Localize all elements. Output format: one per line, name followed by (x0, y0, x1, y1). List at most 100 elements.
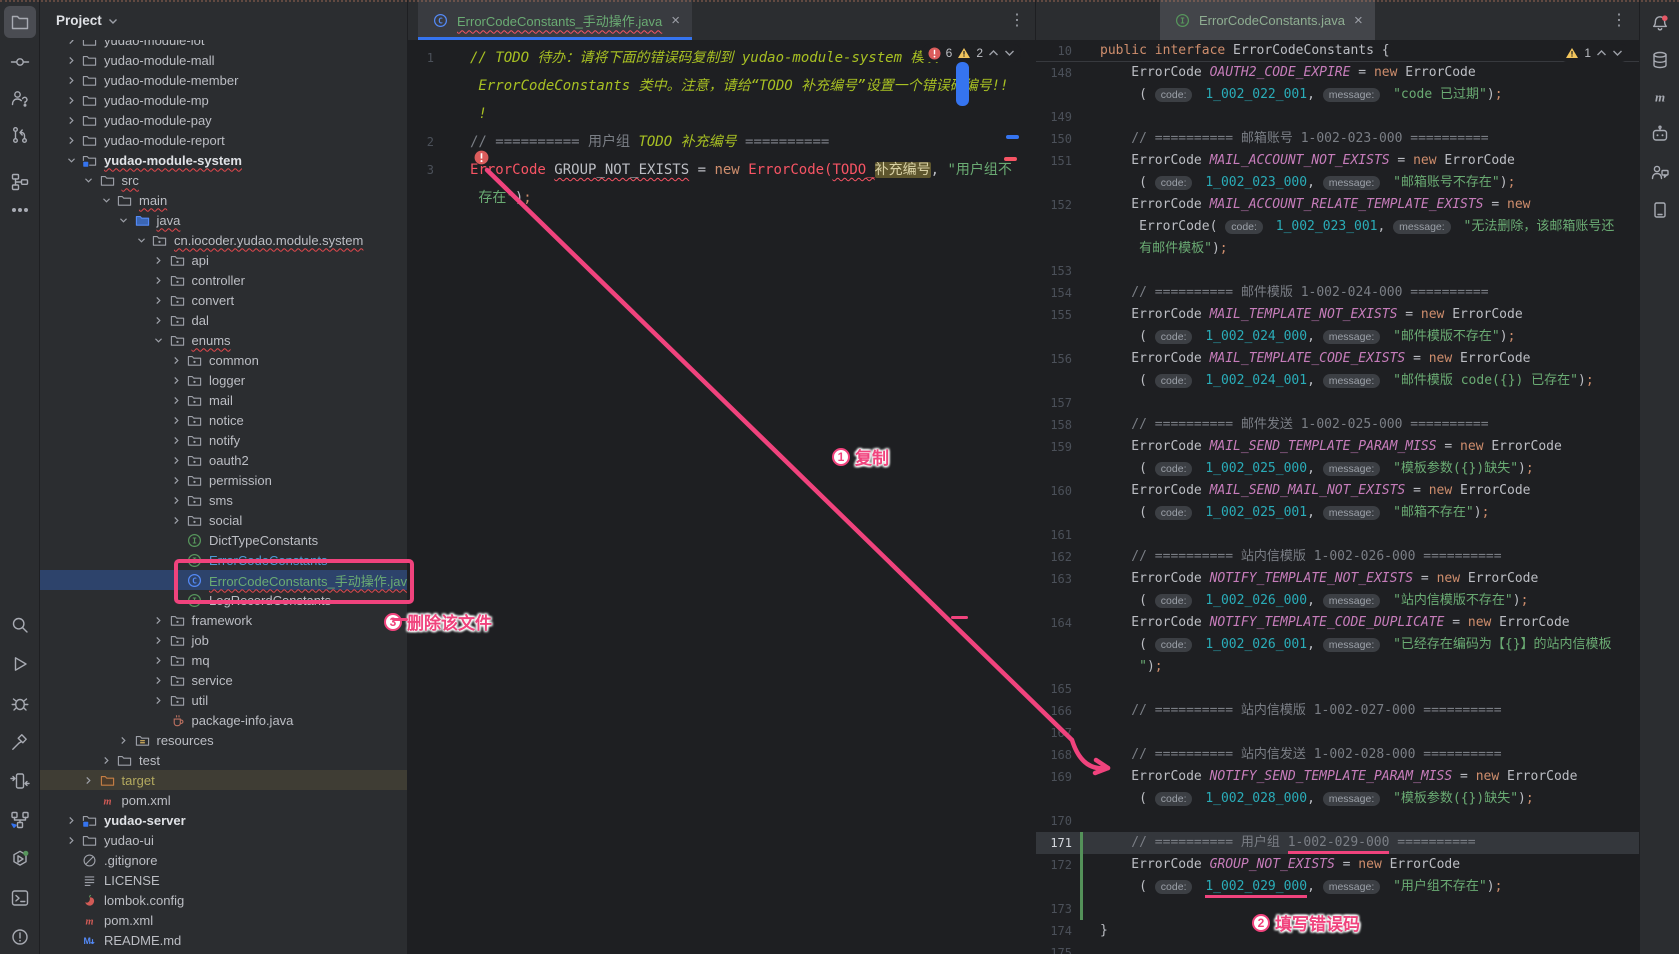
chevron-right-icon[interactable] (63, 52, 79, 68)
code-line[interactable]: 157 (1036, 392, 1639, 414)
code-line[interactable]: 160 ErrorCode MAIL_SEND_MAIL_NOT_EXISTS … (1036, 480, 1639, 502)
tree-item-main[interactable]: main (40, 190, 407, 210)
code-line[interactable]: ! (408, 100, 1035, 128)
tree-item-yudao-module-mall[interactable]: yudao-module-mall (40, 50, 407, 70)
tree-item-notice[interactable]: notice (40, 410, 407, 430)
chevron-right-icon[interactable] (151, 652, 167, 668)
code-line[interactable]: 148 ErrorCode OAUTH2_CODE_EXPIRE = new E… (1036, 62, 1639, 84)
chevron-right-icon[interactable] (151, 612, 167, 628)
tab-errorcodeconstants-manual[interactable]: C ErrorCodeConstants_手动操作.java × (418, 0, 692, 40)
tree-item-enums[interactable]: enums (40, 330, 407, 350)
project-icon[interactable] (4, 6, 36, 38)
code-line[interactable]: 159 ErrorCode MAIL_SEND_TEMPLATE_PARAM_M… (1036, 436, 1639, 458)
chevron-down-icon[interactable] (98, 192, 114, 208)
chevron-right-icon[interactable] (151, 252, 167, 268)
chevron-down-icon[interactable] (81, 172, 97, 188)
code-line[interactable]: ( code: 1_002_025_000, message: "模板参数({}… (1036, 458, 1639, 480)
tree-item-sms[interactable]: sms (40, 490, 407, 510)
tree-item-LICENSE[interactable]: LICENSE (40, 870, 407, 890)
code-line[interactable]: ( code: 1_002_024_001, message: "邮件模版 co… (1036, 370, 1639, 392)
chevron-right-icon[interactable] (81, 772, 97, 788)
tree-item-.gitignore[interactable]: .gitignore (40, 850, 407, 870)
code-line[interactable]: 169 ErrorCode NOTIFY_SEND_TEMPLATE_PARAM… (1036, 766, 1639, 788)
code-line[interactable]: ( code: 1_002_025_001, message: "邮箱不存在")… (1036, 502, 1639, 524)
code-line[interactable]: 166 // ========== 站内信模版 1-002-027-000 ==… (1036, 700, 1639, 722)
code-line[interactable]: 151 ErrorCode MAIL_ACCOUNT_NOT_EXISTS = … (1036, 150, 1639, 172)
chevron-right-icon[interactable] (168, 472, 184, 488)
tree-item-pom.xml[interactable]: mpom.xml (40, 790, 407, 810)
chevron-right-icon[interactable] (151, 272, 167, 288)
tree-item-ErrorCodeConstants[interactable]: IErrorCodeConstants (40, 550, 407, 570)
code-editor-right[interactable]: 148 ErrorCode OAUTH2_CODE_EXPIRE = new E… (1036, 0, 1639, 954)
tree-item-cn.iocoder.yudao.module.system[interactable]: cn.iocoder.yudao.module.system (40, 230, 407, 250)
tree-item-util[interactable]: util (40, 690, 407, 710)
code-line[interactable]: 172 ErrorCode GROUP_NOT_EXISTS = new Err… (1036, 854, 1639, 876)
tree-item-README.md[interactable]: MREADME.md (40, 930, 407, 950)
code-line[interactable]: 155 ErrorCode MAIL_TEMPLATE_NOT_EXISTS =… (1036, 304, 1639, 326)
profiler-icon[interactable] (4, 765, 36, 797)
tree-item-convert[interactable]: convert (40, 290, 407, 310)
chevron-down-icon[interactable] (108, 13, 118, 28)
inspection-widget-right[interactable]: 1 (1559, 44, 1629, 62)
chevron-right-icon[interactable] (63, 132, 79, 148)
chevron-right-icon[interactable] (63, 832, 79, 848)
tree-item-lombok.config[interactable]: lombok.config (40, 890, 407, 910)
code-with-me-icon[interactable] (1644, 156, 1676, 188)
chevron-right-icon[interactable] (151, 672, 167, 688)
code-line[interactable]: 153 (1036, 260, 1639, 282)
debug-icon[interactable] (4, 687, 36, 719)
chevron-right-icon[interactable] (151, 312, 167, 328)
chevron-right-icon[interactable] (98, 752, 114, 768)
more-icon[interactable] (4, 194, 36, 226)
chevron-down-icon[interactable] (151, 332, 167, 348)
database-icon[interactable] (1644, 44, 1676, 76)
tree-item-notify[interactable]: notify (40, 430, 407, 450)
chevron-right-icon[interactable] (151, 692, 167, 708)
code-line[interactable]: 158 // ========== 邮件发送 1-002-025-000 ===… (1036, 414, 1639, 436)
code-line[interactable]: ( code: 1_002_024_000, message: "邮件模版不存在… (1036, 326, 1639, 348)
code-line[interactable]: ( code: 1_002_028_000, message: "模板参数({}… (1036, 788, 1639, 810)
problems-icon[interactable] (4, 921, 36, 953)
next-problem-icon[interactable] (1612, 46, 1623, 60)
chevron-right-icon[interactable] (63, 112, 79, 128)
tree-item-framework[interactable]: framework (40, 610, 407, 630)
editor-splitter[interactable] (1035, 0, 1036, 954)
code-line[interactable]: 149 (1036, 106, 1639, 128)
code-line[interactable]: 167 (1036, 722, 1639, 744)
code-line[interactable]: ( code: 1_002_023_000, message: "邮箱账号不存在… (1036, 172, 1639, 194)
tree-item-test[interactable]: test (40, 750, 407, 770)
chevron-right-icon[interactable] (151, 632, 167, 648)
terminal-icon[interactable] (4, 882, 36, 914)
tree-item-oauth2[interactable]: oauth2 (40, 450, 407, 470)
tree-item-permission[interactable]: permission (40, 470, 407, 490)
tree-item-ErrorCodeConstants_-.java[interactable]: CErrorCodeConstants_手动操作.java (40, 570, 407, 590)
chevron-right-icon[interactable] (168, 432, 184, 448)
tree-item-yudao-module-member[interactable]: yudao-module-member (40, 70, 407, 90)
tree-item-controller[interactable]: controller (40, 270, 407, 290)
code-line[interactable]: 168 // ========== 站内信发送 1-002-028-000 ==… (1036, 744, 1639, 766)
chevron-right-icon[interactable] (63, 92, 79, 108)
chevron-down-icon[interactable] (133, 232, 149, 248)
close-icon[interactable]: × (671, 13, 680, 28)
tree-item-mq[interactable]: mq (40, 650, 407, 670)
chevron-right-icon[interactable] (168, 492, 184, 508)
code-line[interactable]: 存在"); (408, 184, 1035, 212)
run-icon[interactable] (4, 648, 36, 680)
tree-item-java[interactable]: java (40, 210, 407, 230)
tab-options-kebab-icon[interactable]: ⋮ (1007, 10, 1027, 30)
code-line[interactable]: 170 (1036, 810, 1639, 832)
tree-item-yudao-module-report[interactable]: yudao-module-report (40, 130, 407, 150)
tree-item-package-info.java[interactable]: package-info.java (40, 710, 407, 730)
tree-item-DictTypeConstants[interactable]: IDictTypeConstants (40, 530, 407, 550)
code-line[interactable]: 150 // ========== 邮箱账号 1-002-023-000 ===… (1036, 128, 1639, 150)
build-icon[interactable] (4, 726, 36, 758)
prev-problem-icon[interactable] (1596, 46, 1607, 60)
pull-requests-icon[interactable] (4, 119, 36, 151)
chevron-down-icon[interactable] (63, 152, 79, 168)
code-line[interactable]: 175 (1036, 942, 1639, 954)
chevron-right-icon[interactable] (168, 352, 184, 368)
code-line[interactable]: 2// ========== 用户组 TODO 补充编号 ========== (408, 128, 1035, 156)
tree-item-dal[interactable]: dal (40, 310, 407, 330)
tree-item-src[interactable]: src (40, 170, 407, 190)
tree-item-yudao-ui[interactable]: yudao-ui (40, 830, 407, 850)
